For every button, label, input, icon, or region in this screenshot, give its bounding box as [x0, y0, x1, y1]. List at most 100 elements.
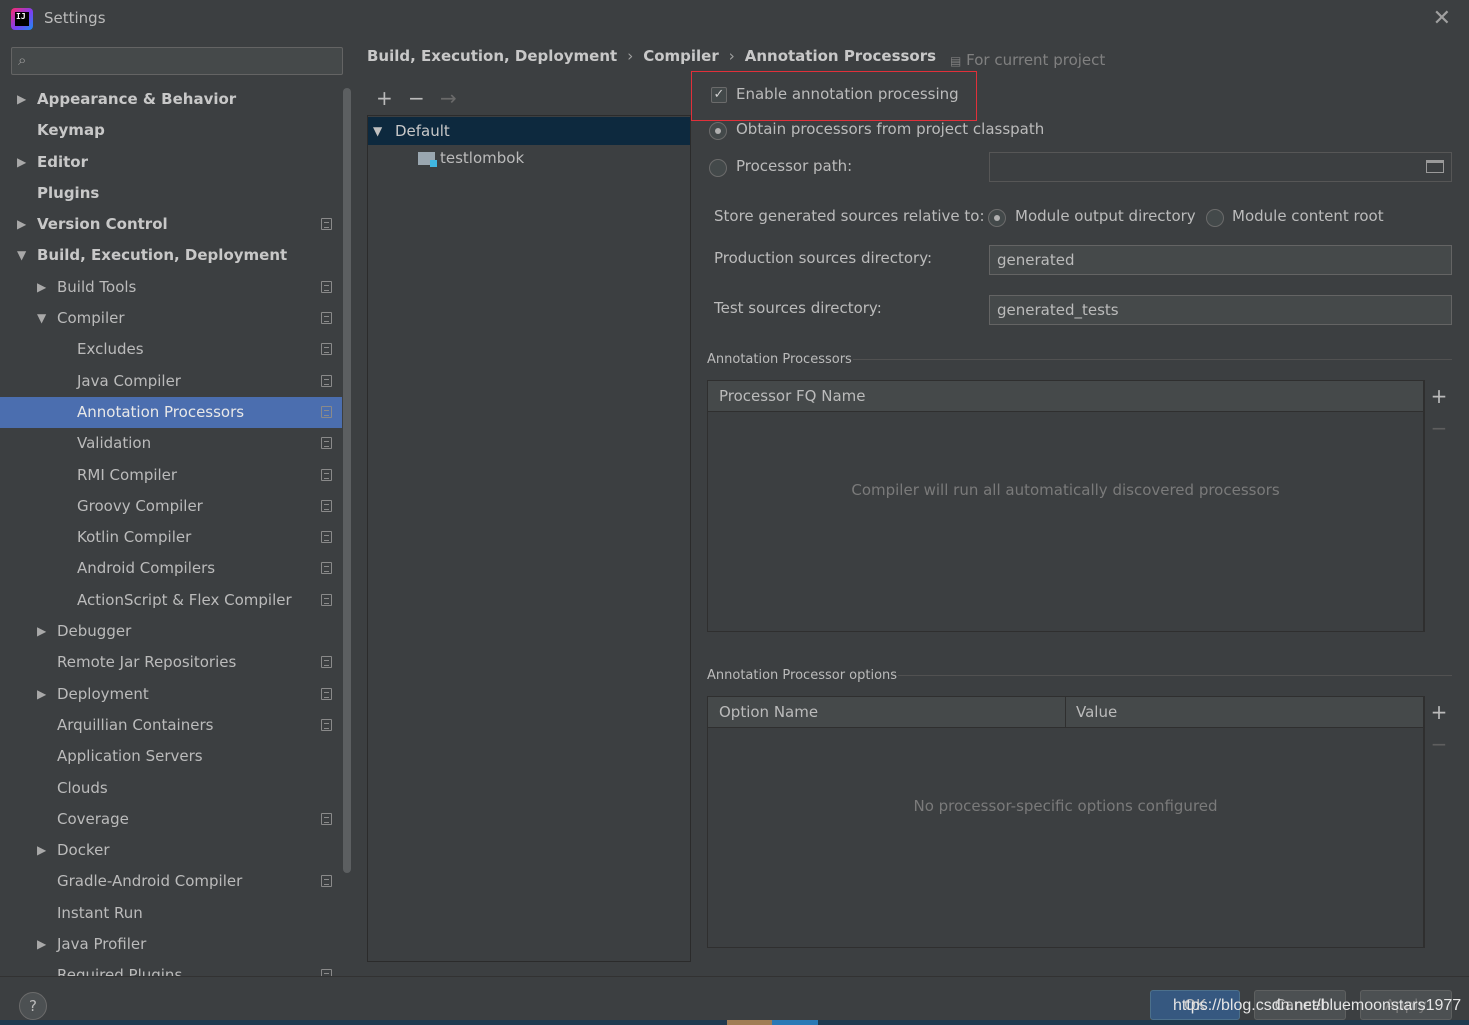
- sidebar-item-label: Keymap: [37, 121, 105, 140]
- breadcrumb-separator: ›: [728, 47, 735, 65]
- help-button[interactable]: ?: [19, 992, 47, 1020]
- sidebar-item-java-profiler[interactable]: ▶ Java Profiler: [0, 929, 342, 960]
- sidebar-item-required-plugins[interactable]: Required Plugins: [0, 960, 342, 976]
- sidebar-item-label: Annotation Processors: [77, 402, 245, 421]
- close-icon[interactable]: ✕: [1433, 6, 1451, 31]
- add-processor-button[interactable]: +: [1425, 384, 1453, 408]
- profiles-toolbar: + − →: [368, 86, 690, 114]
- sidebar-item-actionscript-flex-compiler[interactable]: ActionScript & Flex Compiler: [0, 585, 342, 616]
- move-to-profile-button[interactable]: →: [440, 86, 457, 110]
- module-output-label[interactable]: Module output directory: [1015, 207, 1196, 225]
- project-level-icon: [321, 218, 332, 231]
- expand-arrow-icon[interactable]: ▼: [373, 117, 382, 145]
- project-level-icon: [321, 656, 332, 669]
- test-dir-label: Test sources directory:: [714, 299, 882, 317]
- sidebar-item-label: Coverage: [57, 809, 129, 828]
- remove-option-button[interactable]: −: [1425, 732, 1453, 756]
- module-output-radio[interactable]: [988, 209, 1006, 227]
- sidebar-item-instant-run[interactable]: Instant Run: [0, 898, 342, 929]
- sidebar-item-docker[interactable]: ▶ Docker: [0, 835, 342, 866]
- test-dir-field[interactable]: generated_tests: [989, 295, 1452, 325]
- sidebar-item-label: Build Tools: [57, 277, 137, 296]
- expand-arrow-icon[interactable]: ▶: [17, 84, 26, 115]
- sidebar-item-arquillian-containers[interactable]: Arquillian Containers: [0, 710, 342, 741]
- search-input[interactable]: ⌕: [11, 47, 343, 75]
- collapse-arrow-icon[interactable]: ▼: [17, 240, 26, 271]
- folder-browse-icon[interactable]: [1426, 160, 1444, 173]
- module-content-radio[interactable]: [1206, 209, 1224, 227]
- sidebar-item-editor[interactable]: ▶ Editor: [0, 147, 342, 178]
- dialog-footer: ? OK Cancel Apply https://blog.csdn.net/…: [0, 976, 1469, 1025]
- option-value-column[interactable]: Value: [1065, 697, 1117, 728]
- profile-default[interactable]: ▼ Default: [368, 117, 690, 145]
- expand-arrow-icon[interactable]: ▶: [37, 835, 46, 866]
- processor-path-label[interactable]: Processor path:: [736, 157, 852, 175]
- project-level-icon: [321, 969, 332, 976]
- sidebar-item-build-tools[interactable]: ▶ Build Tools: [0, 272, 342, 303]
- production-dir-field[interactable]: generated: [989, 245, 1452, 275]
- collapse-arrow-icon[interactable]: ▼: [37, 303, 46, 334]
- sidebar-item-plugins[interactable]: Plugins: [0, 178, 342, 209]
- sidebar-item-android-compilers[interactable]: Android Compilers: [0, 553, 342, 584]
- breadcrumb-annotation-processors: Annotation Processors: [744, 47, 937, 65]
- obtain-classpath-label[interactable]: Obtain processors from project classpath: [736, 120, 1044, 138]
- sidebar-item-remote-jar-repositories[interactable]: Remote Jar Repositories: [0, 647, 342, 678]
- add-profile-button[interactable]: +: [376, 86, 393, 110]
- sidebar-item-label: Application Servers: [57, 747, 203, 766]
- sidebar-item-build-execution-deployment[interactable]: ▼ Build, Execution, Deployment: [0, 240, 342, 271]
- processors-table-header: Processor FQ Name: [708, 381, 1423, 412]
- sidebar-item-gradle-android-compiler[interactable]: Gradle-Android Compiler: [0, 866, 342, 897]
- sidebar-item-label: Instant Run: [57, 903, 143, 922]
- options-table[interactable]: Option Name Value No processor-specific …: [707, 696, 1424, 948]
- remove-processor-button[interactable]: −: [1425, 416, 1453, 440]
- expand-arrow-icon[interactable]: ▶: [37, 929, 46, 960]
- expand-arrow-icon[interactable]: ▶: [17, 147, 26, 178]
- sidebar-item-label: RMI Compiler: [77, 465, 178, 484]
- project-level-icon: [321, 468, 332, 481]
- enable-annotation-label[interactable]: Enable annotation processing: [736, 85, 959, 103]
- sidebar-item-debugger[interactable]: ▶ Debugger: [0, 616, 342, 647]
- sidebar-item-groovy-compiler[interactable]: Groovy Compiler: [0, 491, 342, 522]
- project-level-icon: [321, 312, 332, 325]
- project-scope-note: ▤ For current project: [950, 51, 1105, 69]
- remove-profile-button[interactable]: −: [408, 86, 425, 110]
- breadcrumb-build: Build, Execution, Deployment: [367, 47, 618, 65]
- sidebar-item-rmi-compiler[interactable]: RMI Compiler: [0, 460, 342, 491]
- production-dir-label: Production sources directory:: [714, 249, 933, 267]
- expand-arrow-icon[interactable]: ▶: [17, 209, 26, 240]
- profile-default-label: Default: [395, 122, 450, 140]
- obtain-classpath-radio[interactable]: [709, 122, 727, 140]
- sidebar-item-version-control[interactable]: ▶ Version Control: [0, 209, 342, 240]
- processor-path-radio[interactable]: [709, 159, 727, 177]
- sidebar-item-keymap[interactable]: Keymap: [0, 115, 342, 146]
- processor-fq-name-column[interactable]: Processor FQ Name: [708, 381, 865, 412]
- sidebar-item-validation[interactable]: Validation: [0, 428, 342, 459]
- profile-module-testlombok[interactable]: testlombok: [368, 144, 690, 172]
- sidebar-item-label: Java Compiler: [77, 371, 181, 390]
- taskbar-segment: [727, 1020, 772, 1025]
- sidebar-item-annotation-processors[interactable]: Annotation Processors: [0, 396, 342, 429]
- sidebar-item-appearance-behavior[interactable]: ▶ Appearance & Behavior: [0, 84, 342, 115]
- sidebar-item-clouds[interactable]: Clouds: [0, 773, 342, 804]
- sidebar-item-kotlin-compiler[interactable]: Kotlin Compiler: [0, 522, 342, 553]
- expand-arrow-icon[interactable]: ▶: [37, 272, 46, 303]
- sidebar-item-application-servers[interactable]: Application Servers: [0, 741, 342, 772]
- processor-path-field[interactable]: [989, 152, 1452, 182]
- processors-table[interactable]: Processor FQ Name Compiler will run all …: [707, 380, 1424, 632]
- sidebar-item-java-compiler[interactable]: Java Compiler: [0, 366, 342, 397]
- expand-arrow-icon[interactable]: ▶: [37, 679, 46, 710]
- enable-annotation-checkbox[interactable]: ✓: [711, 87, 727, 103]
- sidebar-item-label: Clouds: [57, 778, 108, 797]
- expand-arrow-icon[interactable]: ▶: [37, 616, 46, 647]
- sidebar-item-compiler[interactable]: ▼ Compiler: [0, 303, 342, 334]
- module-folder-icon: [418, 152, 437, 167]
- sidebar-item-excludes[interactable]: Excludes: [0, 334, 342, 365]
- add-option-button[interactable]: +: [1425, 700, 1453, 724]
- options-side-tools: + −: [1424, 696, 1452, 948]
- sidebar-item-deployment[interactable]: ▶ Deployment: [0, 679, 342, 710]
- sidebar-item-coverage[interactable]: Coverage: [0, 804, 342, 835]
- sidebar-scrollbar[interactable]: [343, 88, 351, 873]
- sidebar-item-label: Appearance & Behavior: [37, 90, 237, 108]
- option-name-column[interactable]: Option Name: [708, 697, 818, 728]
- module-content-label[interactable]: Module content root: [1232, 207, 1384, 225]
